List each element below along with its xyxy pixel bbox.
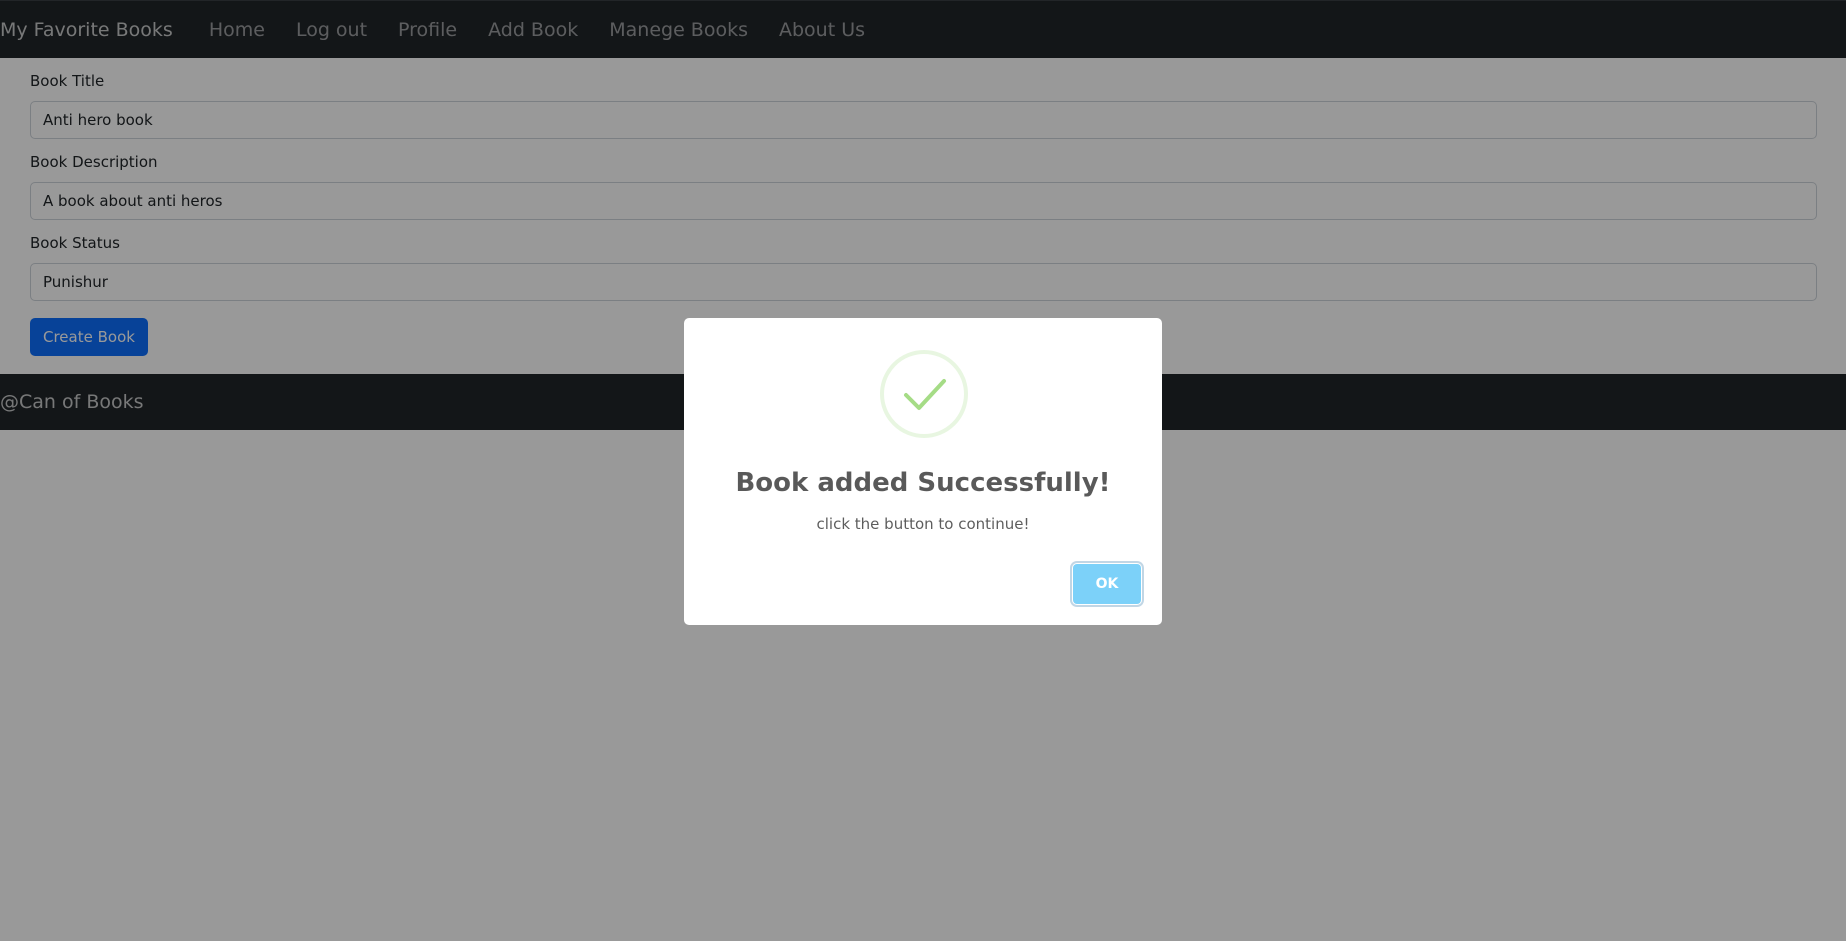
modal-text: click the button to continue!: [816, 515, 1030, 533]
checkmark-icon: [880, 350, 968, 438]
success-modal: Book added Successfully! click the butto…: [684, 318, 1162, 625]
ok-button[interactable]: OK: [1073, 564, 1141, 604]
modal-title: Book added Successfully!: [735, 468, 1111, 498]
